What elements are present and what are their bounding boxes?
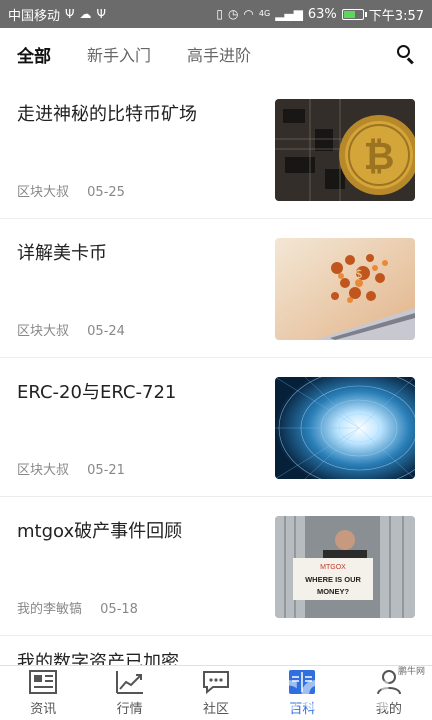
nav-label: 社区 (203, 702, 230, 717)
bitcoin-mine-image: ₿ (275, 99, 415, 201)
article-feed[interactable]: 走进神秘的比特币矿场 区块大叔 05-25 ₿ 详解美卡币 区块大叔 05-24… (0, 80, 432, 665)
tab-advanced[interactable]: 高手进阶 (187, 42, 251, 66)
nav-label: 百科 (289, 702, 316, 717)
search-button[interactable] (396, 44, 416, 65)
sign-line-1: WHERE IS OUR (305, 575, 361, 584)
article-author: 我的李敏镐 (17, 602, 83, 617)
nav-market[interactable]: 行情 (86, 666, 172, 720)
article-author: 区块大叔 (17, 463, 70, 478)
bottom-navigation: 资讯 行情 社区 百科 我的 (0, 665, 432, 720)
nav-label: 资讯 (30, 702, 57, 717)
sign-brand: MTGOX (320, 564, 346, 571)
weather-icon: ☁ (79, 7, 92, 21)
article-item[interactable]: mtgox破产事件回顾 我的李敏镐 05-18 MTGOX WHERE IS O… (0, 497, 432, 636)
article-title: 详解美卡币 (17, 243, 107, 264)
data-tunnel-image (275, 377, 415, 479)
article-item[interactable]: 我的数字资产已加密... (0, 636, 432, 665)
article-author: 区块大叔 (17, 185, 70, 200)
newspaper-icon (29, 670, 58, 694)
book-icon (289, 670, 316, 694)
status-bar: 中国移动 Ψ ☁ Ψ ▯ ◷ ◠ 4G ▂▄▆ 63% 下午3:57 (0, 0, 432, 28)
article-date: 05-18 (100, 602, 138, 617)
nav-profile[interactable]: 我的 (346, 666, 432, 720)
protest-sign-image: MTGOX WHERE IS OUR MONEY? (275, 516, 415, 618)
article-item[interactable]: ERC-20与ERC-721 区块大叔 05-21 (0, 358, 432, 497)
tab-beginner[interactable]: 新手入门 (87, 42, 151, 66)
battery-fill (343, 10, 355, 18)
status-left: 中国移动 Ψ ☁ Ψ (8, 5, 106, 24)
svg-text:₿: ₿ (364, 134, 395, 178)
article-meta: 区块大叔 05-24 (17, 320, 125, 339)
exploding-coins-image: $ (275, 238, 415, 340)
article-title: ERC-20与ERC-721 (17, 382, 177, 403)
tab-all[interactable]: 全部 (17, 42, 51, 67)
article-meta: 区块大叔 05-25 (17, 181, 125, 200)
user-icon (376, 670, 401, 695)
article-date: 05-21 (87, 463, 125, 478)
signal-icon: ▂▄▆ (275, 7, 303, 21)
article-title: 走进神秘的比特币矿场 (17, 104, 197, 125)
battery-percent: 63% (307, 6, 337, 22)
sign-line-2: MONEY? (317, 587, 350, 596)
article-date: 05-25 (87, 185, 125, 200)
search-icon (397, 45, 410, 58)
article-meta: 区块大叔 05-21 (17, 459, 125, 478)
nav-community[interactable]: 社区 (173, 666, 259, 720)
nav-news[interactable]: 资讯 (0, 666, 86, 720)
article-author: 区块大叔 (17, 324, 70, 339)
category-tabbar: 全部 新手入门 高手进阶 (0, 28, 432, 80)
battery-icon (341, 8, 367, 20)
usb-icon: Ψ (65, 7, 75, 21)
nav-wiki[interactable]: 百科 (259, 666, 345, 720)
search-icon-handle (407, 57, 414, 65)
network-type: 4G (258, 9, 271, 18)
article-meta: 我的李敏镐 05-18 (17, 598, 138, 617)
article-item[interactable]: 详解美卡币 区块大叔 05-24 $ (0, 219, 432, 358)
vibrate-icon: ▯ (216, 7, 223, 21)
chat-icon (203, 671, 230, 695)
nav-label: 我的 (375, 702, 402, 717)
wifi-icon: ◠ (243, 7, 254, 21)
article-date: 05-24 (87, 324, 125, 339)
article-title: 我的数字资产已加密... (17, 652, 197, 665)
carrier-name: 中国移动 (8, 8, 61, 24)
status-right: ▯ ◷ ◠ 4G ▂▄▆ 63% 下午3:57 (216, 5, 424, 24)
svg-text:$: $ (355, 267, 363, 281)
nav-label: 行情 (116, 702, 143, 717)
article-item[interactable]: 走进神秘的比特币矿场 区块大叔 05-25 ₿ (0, 80, 432, 219)
chart-icon (115, 671, 143, 694)
usb-debug-icon: Ψ (96, 7, 106, 21)
clock-time: 下午3:57 (368, 8, 424, 24)
article-title: mtgox破产事件回顾 (17, 521, 183, 542)
alarm-icon: ◷ (227, 7, 239, 21)
